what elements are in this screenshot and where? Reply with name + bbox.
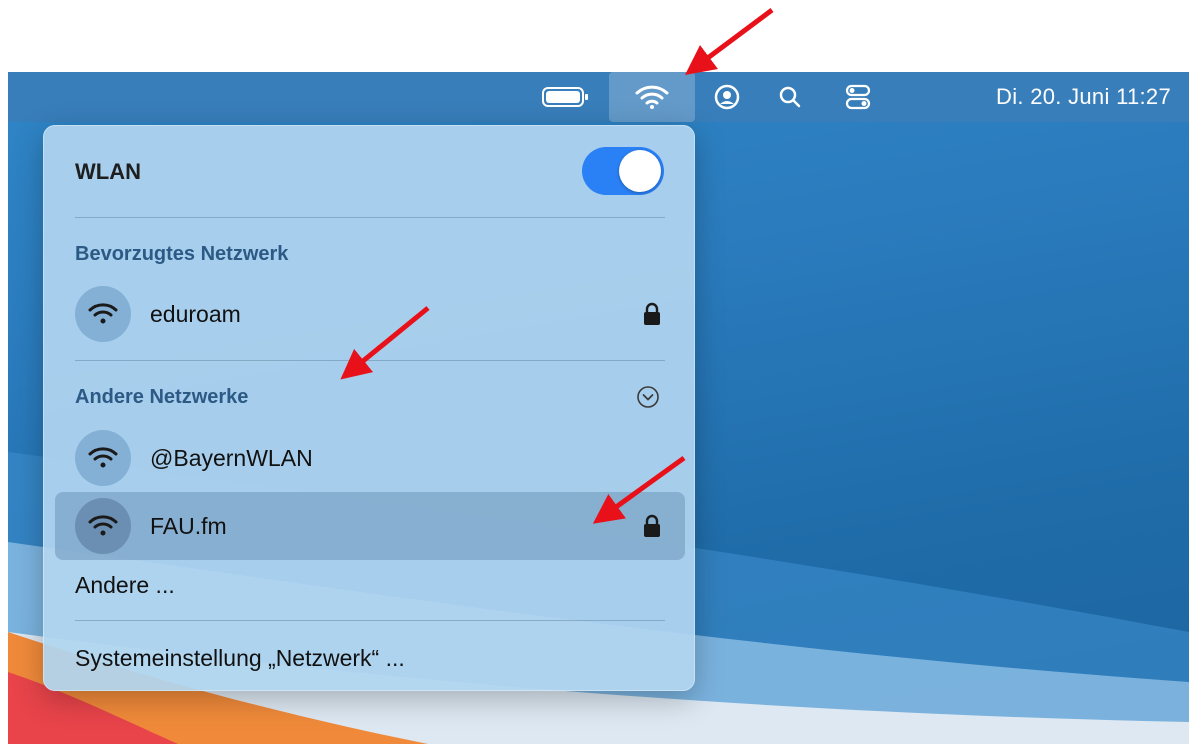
other-network-link[interactable]: Andere ... — [75, 572, 175, 599]
chevron-down-circle-icon[interactable] — [636, 385, 660, 409]
network-name: @BayernWLAN — [150, 445, 313, 471]
wifi-icon — [75, 498, 131, 554]
network-row-bayernwlan[interactable]: @BayernWLAN — [55, 424, 685, 492]
lock-icon — [644, 514, 660, 537]
menu-bar-clock[interactable]: Di. 20. Juni 11:27 — [996, 72, 1171, 122]
wifi-toggle[interactable] — [582, 147, 664, 195]
divider — [75, 360, 665, 361]
network-row-eduroam[interactable]: eduroam — [55, 280, 685, 348]
network-name: FAU.fm — [150, 513, 227, 539]
wifi-icon — [75, 286, 131, 342]
toggle-knob — [619, 150, 661, 192]
preferred-network-heading: Bevorzugtes Netzwerk — [75, 243, 289, 265]
other-networks-heading: Andere Netzwerke — [75, 386, 249, 408]
search-icon[interactable] — [770, 72, 810, 122]
user-circle-icon[interactable] — [705, 72, 749, 122]
battery-icon[interactable] — [536, 72, 596, 122]
control-center-icon[interactable] — [836, 72, 880, 122]
arrow-to-wifi-icon — [684, 7, 774, 75]
lock-icon — [644, 302, 660, 325]
wifi-status-icon[interactable] — [609, 72, 695, 122]
network-row-fau-fm[interactable]: FAU.fm — [55, 492, 685, 560]
menu-bar: Di. 20. Juni 11:27 — [8, 72, 1189, 122]
divider — [75, 217, 665, 218]
network-name: eduroam — [150, 301, 241, 327]
network-settings-link[interactable]: Systemeinstellung „Netzwerk“ ... — [75, 645, 405, 672]
wifi-icon — [75, 430, 131, 486]
divider — [75, 620, 665, 621]
wifi-menu-title: WLAN — [75, 159, 141, 184]
wifi-menu-panel: WLAN Bevorzugtes Netzwerk eduroam Andere… — [43, 125, 695, 691]
